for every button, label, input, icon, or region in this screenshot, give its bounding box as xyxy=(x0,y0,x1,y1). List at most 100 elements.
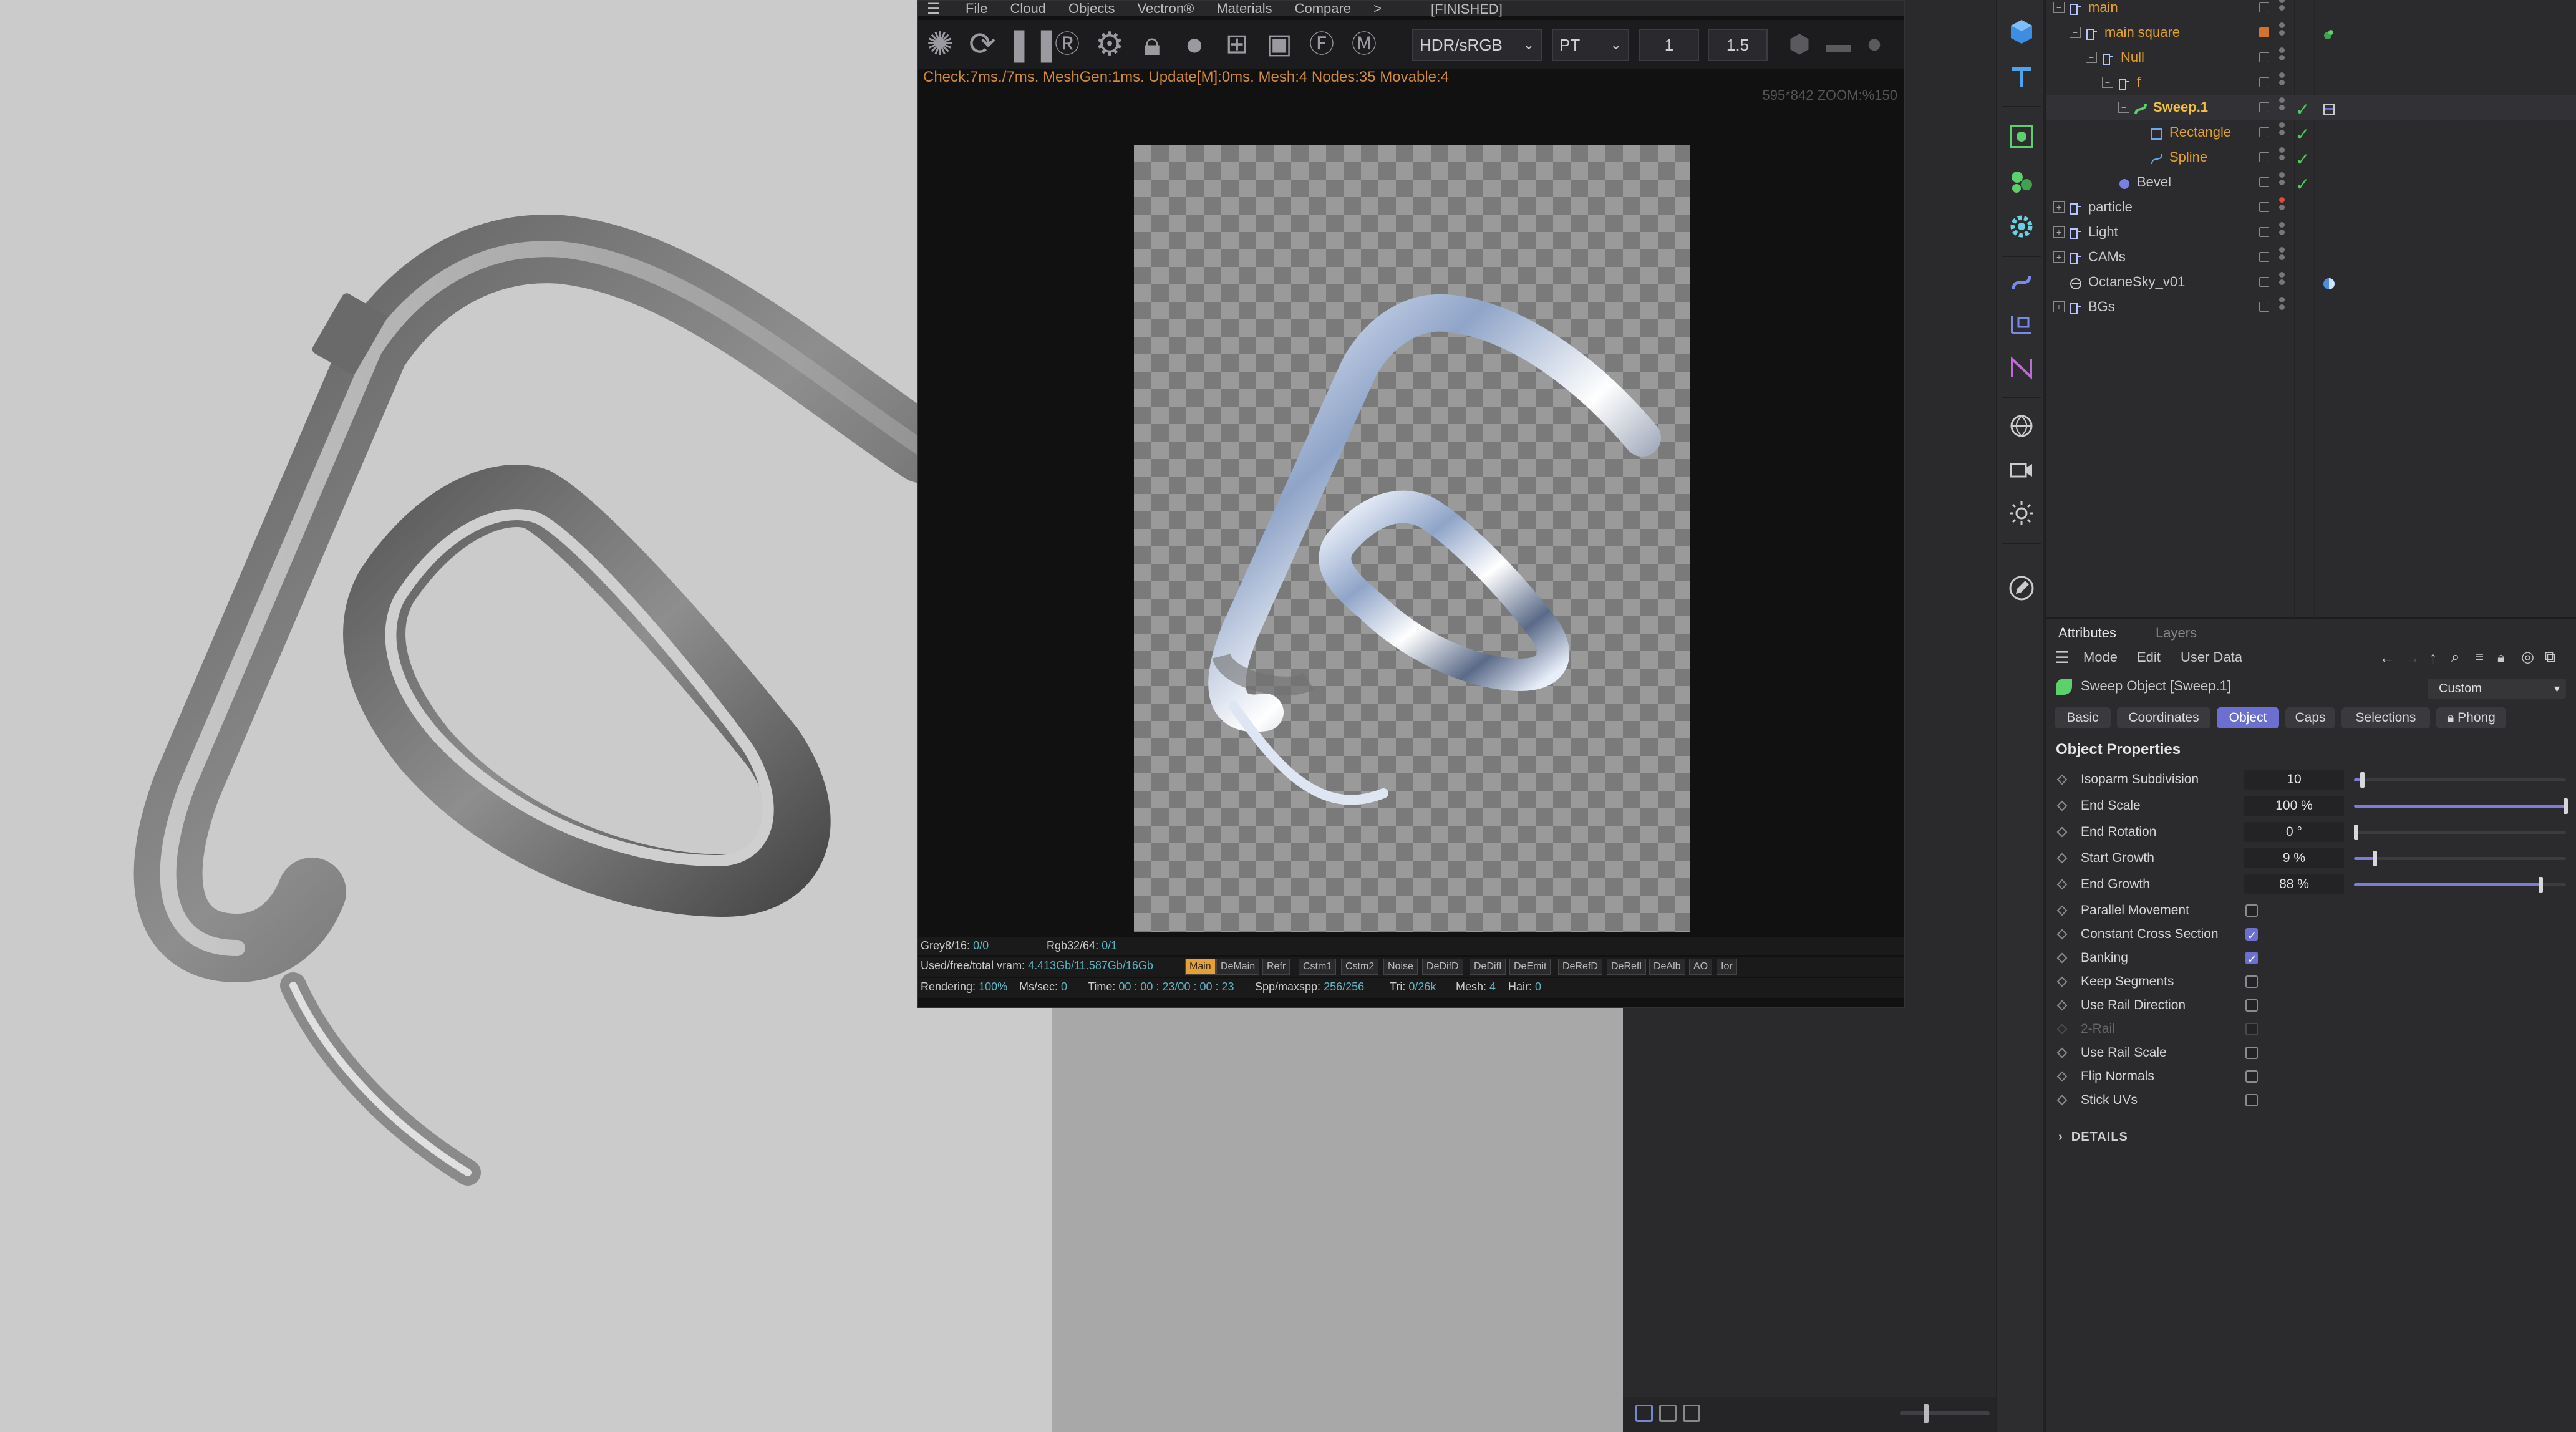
back-arrow-icon[interactable]: ← xyxy=(2379,645,2395,670)
object-row-cams[interactable]: + CAMs xyxy=(2046,244,2576,269)
menu-cloud[interactable]: Cloud xyxy=(1010,1,1045,17)
visibility-toggle-icon[interactable] xyxy=(2259,27,2269,37)
target-icon[interactable]: ◎ xyxy=(2521,645,2534,670)
pause-render-icon[interactable]: ❚❚ xyxy=(1005,25,1060,64)
object-row-particle[interactable]: + particle xyxy=(2046,195,2576,220)
field-icon[interactable] xyxy=(2003,306,2040,342)
render-pass-dedifi[interactable]: DeDifI xyxy=(1470,959,1506,975)
octane-live-viewer-window[interactable]: ☰ File Cloud Objects Vectron® Materials … xyxy=(917,0,1905,1008)
enabled-check-icon[interactable]: ✓ xyxy=(2295,97,2310,122)
enabled-check-icon[interactable]: ✓ xyxy=(2295,172,2310,197)
menu-objects[interactable]: Objects xyxy=(1068,1,1115,17)
property-checkbox[interactable] xyxy=(2245,975,2258,988)
tab-layers[interactable]: Layers xyxy=(2156,625,2197,641)
thumbnail-zoom-slider[interactable] xyxy=(1900,1404,1990,1423)
object-row-bevel[interactable]: Bevel ✓ xyxy=(2046,170,2576,195)
property-checkbox[interactable] xyxy=(2245,904,2258,917)
property-slider[interactable] xyxy=(2354,851,2566,866)
menu-more-chevron[interactable]: > xyxy=(1373,1,1382,17)
mograph-cloner-icon[interactable] xyxy=(2003,163,2040,200)
render-pass-refr[interactable]: Refr xyxy=(1262,959,1290,975)
visibility-toggle-icon[interactable] xyxy=(2259,227,2269,237)
subtab-selections[interactable]: Selections xyxy=(2341,707,2430,728)
render-canvas[interactable] xyxy=(1134,145,1690,932)
object-row-bgs[interactable]: + BGs xyxy=(2046,294,2576,319)
render-pass-cstm2[interactable]: Cstm2 xyxy=(1341,959,1379,975)
environment-tag-icon[interactable] xyxy=(2322,274,2336,289)
subtab-caps[interactable]: Caps xyxy=(2285,707,2335,728)
zoom-slider-knob[interactable] xyxy=(1924,1404,1929,1423)
cube-primitive-icon[interactable] xyxy=(2003,14,2040,50)
lock-icon[interactable]: 🔒︎ xyxy=(1133,25,1171,64)
property-checkbox[interactable] xyxy=(2245,1094,2258,1106)
menu-materials[interactable]: Materials xyxy=(1216,1,1272,17)
region-render-icon[interactable]: Ⓡ xyxy=(1048,25,1087,64)
up-arrow-icon[interactable]: ↑ xyxy=(2429,645,2437,670)
animate-keyframe-icon[interactable] xyxy=(2056,905,2068,916)
material-tag-icon[interactable] xyxy=(2322,100,2336,115)
property-slider[interactable] xyxy=(2354,798,2568,814)
edit-pencil-icon[interactable] xyxy=(2003,570,2040,606)
property-checkbox[interactable] xyxy=(2245,947,2258,972)
object-row-rectangle[interactable]: Rectangle ✓ xyxy=(2046,120,2576,145)
menu-file[interactable]: File xyxy=(966,1,987,17)
attribute-preset-dropdown[interactable]: Custom ▾ xyxy=(2428,679,2566,699)
focus-picker-icon[interactable]: Ⓕ xyxy=(1302,25,1341,64)
tree-expander-icon[interactable]: − xyxy=(2118,102,2129,113)
property-checkbox[interactable] xyxy=(2245,1047,2258,1059)
numeric-field-1[interactable]: 1 xyxy=(1639,29,1699,61)
hexagon-icon[interactable]: ⬢ xyxy=(1780,25,1819,64)
visibility-toggle-icon[interactable] xyxy=(2259,302,2269,312)
tile-view-icon[interactable] xyxy=(1683,1405,1700,1422)
menu-vectron[interactable]: Vectron® xyxy=(1138,1,1194,17)
animate-keyframe-icon[interactable] xyxy=(2056,879,2068,890)
clay-mode-icon[interactable]: ▬ xyxy=(1819,25,1857,64)
subtab-phong[interactable]: 🔒︎ Phong xyxy=(2436,707,2506,728)
property-slider[interactable] xyxy=(2354,877,2566,893)
material-picker-icon[interactable]: Ⓜ xyxy=(1345,25,1383,64)
enabled-check-icon[interactable]: ✓ xyxy=(2295,122,2310,147)
hamburger-menu-icon[interactable]: ☰ xyxy=(927,0,943,18)
subtab-coordinates[interactable]: Coordinates xyxy=(2117,707,2210,728)
subtab-object[interactable]: Object xyxy=(2217,707,2279,728)
property-checkbox[interactable] xyxy=(2245,999,2258,1012)
editor-render-dots[interactable] xyxy=(2279,297,2285,317)
render-pass-demain[interactable]: DeMain xyxy=(1216,959,1260,975)
search-icon[interactable]: ⌕ xyxy=(2451,645,2459,670)
slider-knob[interactable] xyxy=(2354,825,2358,840)
enabled-check-icon[interactable]: ✓ xyxy=(2295,147,2310,172)
visibility-toggle-icon[interactable] xyxy=(2259,152,2269,162)
object-row-null[interactable]: − Null xyxy=(2046,45,2576,70)
object-row-octanesky-v01[interactable]: OctaneSky_v01 xyxy=(2046,269,2576,294)
new-window-icon[interactable]: ⧉ xyxy=(2545,645,2555,670)
animate-keyframe-icon[interactable] xyxy=(2056,1047,2068,1058)
tree-expander-icon[interactable]: − xyxy=(2070,27,2081,38)
animate-keyframe-icon[interactable] xyxy=(2056,774,2068,785)
tree-expander-icon[interactable]: + xyxy=(2053,226,2065,238)
property-checkbox[interactable] xyxy=(2245,923,2258,948)
mograph-tag-icon[interactable] xyxy=(2322,25,2336,40)
lock-icon[interactable]: 🔒︎ xyxy=(2497,645,2505,670)
render-pass-ao[interactable]: AO xyxy=(1689,959,1713,975)
property-value-field[interactable]: 88 % xyxy=(2244,874,2344,894)
environment-globe-icon[interactable] xyxy=(2003,408,2040,444)
editor-render-dots[interactable] xyxy=(2279,0,2285,17)
render-pass-derefl[interactable]: DeRefl xyxy=(1607,959,1646,975)
tree-expander-icon[interactable]: − xyxy=(2053,2,2065,13)
render-pass-noise[interactable]: Noise xyxy=(1383,959,1418,975)
visibility-toggle-icon[interactable] xyxy=(2259,52,2269,62)
editor-render-dots[interactable] xyxy=(2279,197,2285,217)
camera-icon[interactable]: ⏺ xyxy=(1855,25,1894,64)
animate-keyframe-icon[interactable] xyxy=(2056,929,2068,940)
slider-knob[interactable] xyxy=(2360,772,2365,788)
tree-expander-icon[interactable]: + xyxy=(2053,251,2065,263)
editor-render-dots[interactable] xyxy=(2279,247,2285,267)
editor-render-dots[interactable] xyxy=(2279,147,2285,167)
tree-expander-icon[interactable]: − xyxy=(2102,77,2113,88)
visibility-toggle-icon[interactable] xyxy=(2259,77,2269,87)
tree-expander-icon[interactable]: − xyxy=(2086,52,2097,63)
slider-knob[interactable] xyxy=(2564,798,2568,814)
visibility-toggle-icon[interactable] xyxy=(2259,102,2269,112)
animate-keyframe-icon[interactable] xyxy=(2056,1000,2068,1011)
camera-object-icon[interactable] xyxy=(2003,452,2040,488)
